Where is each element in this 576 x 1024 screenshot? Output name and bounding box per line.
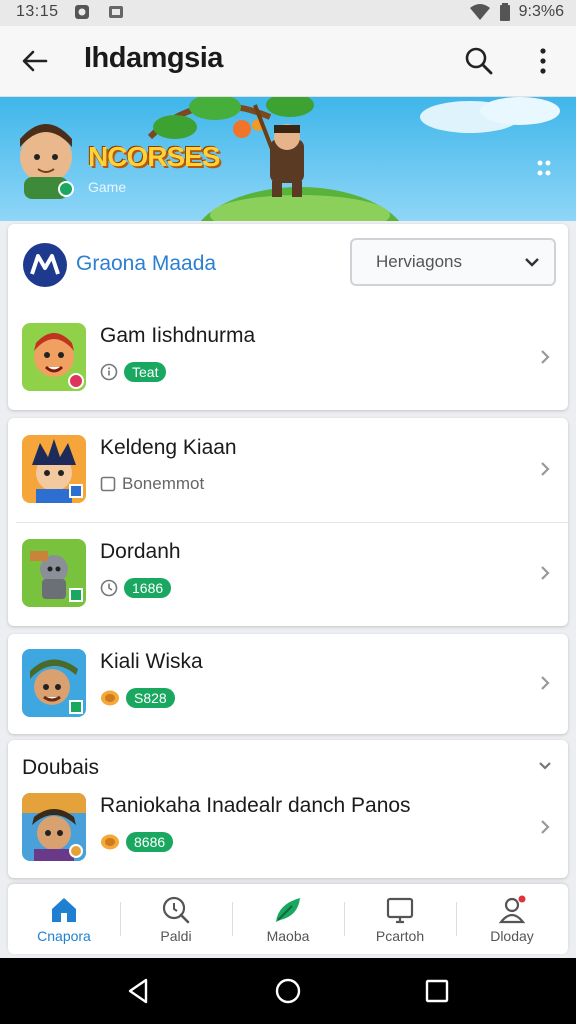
game-name: Kiali Wiska (100, 650, 203, 673)
list-item[interactable]: Keldeng Kiaan Bonemmot (8, 418, 568, 522)
battery-icon (499, 3, 510, 21)
back-arrow-icon[interactable] (18, 44, 52, 78)
game-name: Dordanh (100, 540, 181, 563)
coin-icon (101, 834, 119, 850)
game-meta: Teat (100, 362, 167, 382)
games-card: Doubais Raniokaha Inadealr danch Panos 8… (8, 740, 568, 878)
game-thumbnail (22, 435, 86, 503)
game-name: Keldeng Kiaan (100, 436, 237, 459)
app-bar: Ihdamgsia (0, 26, 576, 97)
game-thumbnail (22, 323, 86, 391)
clock-icon (100, 579, 118, 597)
games-card: Keldeng Kiaan Bonemmot Dordanh 1686 (8, 418, 568, 626)
leaf-icon (276, 898, 300, 922)
game-name: Gam Iishdnurma (100, 324, 256, 347)
bottom-navigation: Cnapora Paldi Maoba Pcartoh Dloday (8, 884, 568, 954)
back-icon[interactable] (124, 976, 154, 1006)
system-navigation-bar (0, 958, 576, 1024)
recents-icon[interactable] (422, 976, 452, 1006)
game-tag-badge: Teat (124, 362, 167, 382)
page-title: Ihdamgsia (84, 42, 223, 74)
game-meta: S828 (100, 688, 175, 708)
coin-icon (101, 690, 119, 706)
game-banner[interactable]: NCORSES Game (0, 97, 576, 221)
nav-item-search[interactable]: Paldi (120, 884, 232, 954)
filter-dropdown[interactable]: Herviagons (350, 238, 556, 286)
games-card: Graona Maada Herviagons Gam Iishdnurma T… (8, 224, 568, 410)
chevron-down-icon[interactable] (536, 758, 554, 774)
square-icon (100, 476, 116, 492)
list-item[interactable]: Kiali Wiska S828 (8, 632, 568, 736)
chevron-right-icon (541, 820, 550, 834)
nav-label: Dloday (490, 928, 534, 944)
list-item[interactable]: Raniokaha Inadealr danch Panos 8686 (8, 776, 568, 880)
home-circle-icon[interactable] (273, 976, 303, 1006)
game-meta: 1686 (100, 578, 172, 598)
status-right: 9:3%6 (469, 3, 564, 21)
banner-illustration (20, 97, 560, 221)
nav-label: Cnapora (37, 928, 91, 944)
section-title: Graona Maada (76, 252, 217, 275)
chevron-right-icon (541, 462, 550, 476)
tablet-icon (386, 897, 414, 924)
wifi-icon (469, 4, 490, 20)
game-thumbnail (22, 649, 86, 717)
chevron-right-icon (541, 350, 550, 364)
nav-item-maoba[interactable]: Maoba (232, 884, 344, 954)
list-item[interactable]: Gam Iishdnurma Teat (8, 306, 568, 410)
game-meta: Bonemmot (100, 474, 204, 494)
info-icon (100, 363, 118, 381)
search-icon (162, 896, 190, 924)
more-vert-icon[interactable] (528, 44, 558, 78)
chevron-right-icon (541, 676, 550, 690)
chevron-down-icon (525, 258, 539, 267)
profile-icon (498, 895, 526, 924)
nav-label: Pcartoh (375, 928, 425, 944)
banner-subtitle: Game (88, 179, 127, 195)
games-card: Kiali Wiska S828 (8, 634, 568, 734)
status-time: 13:15 (16, 3, 59, 20)
nav-item-home[interactable]: Cnapora (8, 884, 120, 954)
game-meta: 8686 (100, 832, 174, 852)
chevron-right-icon (541, 566, 550, 580)
app-notification-icon (75, 5, 89, 19)
game-thumbnail (22, 539, 86, 607)
nav-item-profile[interactable]: Dloday (456, 884, 568, 954)
status-bar: 13:15 9:3%6 (0, 0, 576, 26)
battery-text: 9:3%6 (518, 3, 564, 20)
nav-item-pcartoh[interactable]: Pcartoh (344, 884, 456, 954)
game-thumbnail (22, 793, 86, 861)
game-tag-badge: 1686 (124, 578, 172, 598)
banner-title: NCORSES (88, 141, 220, 172)
search-icon[interactable] (462, 44, 496, 78)
list-item[interactable]: Dordanh 1686 (8, 522, 568, 626)
brand-logo-icon (23, 243, 67, 287)
game-tag-text: Bonemmot (122, 474, 205, 493)
game-name: Raniokaha Inadealr danch Panos (100, 794, 411, 817)
dropdown-value: Herviagons (376, 252, 462, 271)
nav-label: Maoba (266, 928, 310, 944)
gallery-notification-icon (109, 6, 123, 18)
nav-label: Paldi (160, 928, 192, 944)
home-icon (52, 898, 76, 922)
game-tag-badge: 8686 (126, 832, 174, 852)
game-tag-badge: S828 (126, 688, 175, 708)
